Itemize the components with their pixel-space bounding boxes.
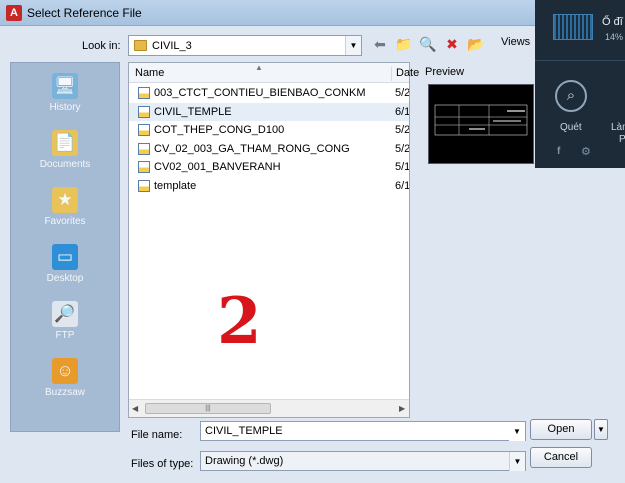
look-in-label: Look in: (82, 40, 121, 52)
file-date: 5/21 (395, 87, 409, 99)
file-name: CV02_001_BANVERANH (154, 161, 281, 173)
file-name-value: CIVIL_TEMPLE (205, 425, 283, 437)
file-date: 5/22 (395, 124, 409, 136)
drive-label: Ổ đĩ (602, 16, 623, 28)
search-web-icon[interactable]: 🔍 (418, 34, 438, 54)
file-date: 6/11 (395, 105, 409, 118)
place-desktop[interactable]: ▭ Desktop (11, 240, 119, 296)
place-label: Documents (39, 159, 91, 170)
scroll-left-icon[interactable]: ◀ (132, 404, 138, 413)
dwg-file-icon (138, 87, 150, 99)
favorites-icon: ★ (52, 187, 78, 213)
disk-usage-graph-icon (553, 14, 593, 40)
file-name: template (154, 179, 197, 192)
place-label: Desktop (46, 273, 84, 284)
autocad-logo-icon: A (6, 5, 22, 21)
drive-percent: 14% (605, 32, 624, 42)
dwg-file-icon (138, 105, 150, 118)
place-label: Buzzsaw (44, 387, 85, 398)
chevron-down-icon[interactable]: ▼ (345, 36, 361, 55)
look-in-dropdown[interactable]: CIVIL_3 ▼ (128, 35, 362, 56)
file-name: CIVIL_TEMPLE (154, 105, 232, 118)
file-date: 6/12 (395, 179, 409, 192)
buzzsaw-icon: ☺ (52, 358, 78, 384)
facebook-icon[interactable]: f (557, 146, 560, 157)
table-row[interactable]: CV_02_003_GA_THAM_RONG_CONG 5/20 (129, 140, 409, 159)
file-name: COT_THEP_CONG_D100 (154, 124, 285, 136)
system-monitor-overlay: Ổ đĩ 14% ⌕ Quét Làm P f ⚙ (535, 0, 625, 168)
chevron-down-icon[interactable]: ▼ (509, 452, 525, 471)
documents-icon: 📄 (52, 130, 78, 156)
column-name[interactable]: Name (135, 67, 164, 79)
file-date: 5/20 (395, 142, 409, 155)
table-row[interactable]: 003_CTCT_CONTIEU_BIENBAO_CONKM 5/21 (129, 84, 409, 103)
open-options-chevron-icon[interactable]: ▼ (594, 419, 608, 440)
preview-label: Preview (425, 66, 465, 78)
place-documents[interactable]: 📄 Documents (11, 126, 119, 182)
drawing-preview-graphic (434, 104, 528, 136)
folder-icon (134, 40, 147, 51)
column-date[interactable]: Date (391, 67, 419, 81)
sort-up-icon: ▲ (255, 63, 263, 72)
divider (535, 60, 625, 61)
place-ftp[interactable]: 🔎 FTP (11, 297, 119, 353)
file-type-dropdown[interactable]: Drawing (*.dwg) ▼ (200, 451, 526, 471)
table-row[interactable]: CV02_001_BANVERANH 5/17 (129, 158, 409, 177)
place-label: FTP (55, 330, 75, 341)
place-label: Favorites (44, 216, 86, 227)
settings-icon[interactable]: ⚙ (581, 145, 591, 158)
chevron-down-icon[interactable]: ▼ (509, 422, 525, 441)
dwg-file-icon (138, 124, 150, 136)
file-name-input[interactable]: CIVIL_TEMPLE ▼ (200, 421, 526, 441)
dwg-file-icon (138, 179, 150, 192)
file-rows: 003_CTCT_CONTIEU_BIENBAO_CONKM 5/21 CIVI… (129, 84, 409, 195)
dwg-file-icon (138, 142, 150, 155)
new-folder-icon[interactable]: 📂 (466, 34, 486, 54)
scroll-thumb[interactable]: ||| (145, 403, 271, 414)
table-row[interactable]: COT_THEP_CONG_D100 5/22 (129, 121, 409, 140)
table-row[interactable]: CIVIL_TEMPLE 6/11 (129, 102, 409, 121)
history-icon: 🖥 (52, 73, 78, 99)
clean-label[interactable]: Làm (611, 122, 625, 133)
file-type-label: Files of type: (131, 458, 194, 470)
horizontal-scrollbar[interactable]: ◀ ||| ▶ (129, 399, 409, 417)
file-type-value: Drawing (*.dwg) (205, 455, 284, 467)
desktop-icon: ▭ (52, 244, 78, 270)
list-header: ▲ Name Date (129, 63, 419, 83)
places-sidebar: 🖥 History 📄 Documents ★ Favorites ▭ Desk… (10, 62, 120, 432)
title-bar: A Select Reference File (0, 0, 625, 26)
delete-icon[interactable]: ✖ (442, 34, 462, 54)
scan-label[interactable]: Quét (560, 122, 582, 133)
place-label: History (49, 102, 81, 113)
file-name: 003_CTCT_CONTIEU_BIENBAO_CONKM (154, 87, 366, 99)
file-name-label: File name: (131, 429, 183, 441)
place-history[interactable]: 🖥 History (11, 69, 119, 125)
cancel-button[interactable]: Cancel (530, 447, 592, 468)
file-date: 5/17 (395, 161, 409, 173)
scan-search-icon[interactable]: ⌕ (555, 80, 587, 112)
place-favorites[interactable]: ★ Favorites (11, 183, 119, 239)
ftp-icon: 🔎 (52, 301, 78, 327)
views-menu[interactable]: Views (501, 36, 530, 48)
place-buzzsaw[interactable]: ☺ Buzzsaw (11, 354, 119, 410)
dwg-file-icon (138, 161, 150, 173)
window-title: Select Reference File (27, 6, 142, 20)
select-reference-file-dialog: Look in: CIVIL_3 ▼ ⬅ 📁 🔍 ✖ 📂 Views 🖥 His… (0, 26, 625, 483)
open-button[interactable]: Open (530, 419, 592, 440)
back-arrow-icon[interactable]: ⬅ (370, 34, 390, 54)
preview-image (428, 84, 534, 164)
scroll-right-icon[interactable]: ▶ (399, 404, 405, 413)
look-in-value: CIVIL_3 (152, 40, 192, 52)
table-row[interactable]: template 6/12 (129, 177, 409, 196)
up-folder-icon[interactable]: 📁 (394, 34, 414, 54)
annotation-number: 2 (217, 284, 262, 359)
file-name: CV_02_003_GA_THAM_RONG_CONG (154, 142, 350, 155)
file-list: ▲ Name Date 003_CTCT_CONTIEU_BIENBAO_CON… (128, 62, 419, 418)
clean-suffix: P (619, 134, 625, 145)
